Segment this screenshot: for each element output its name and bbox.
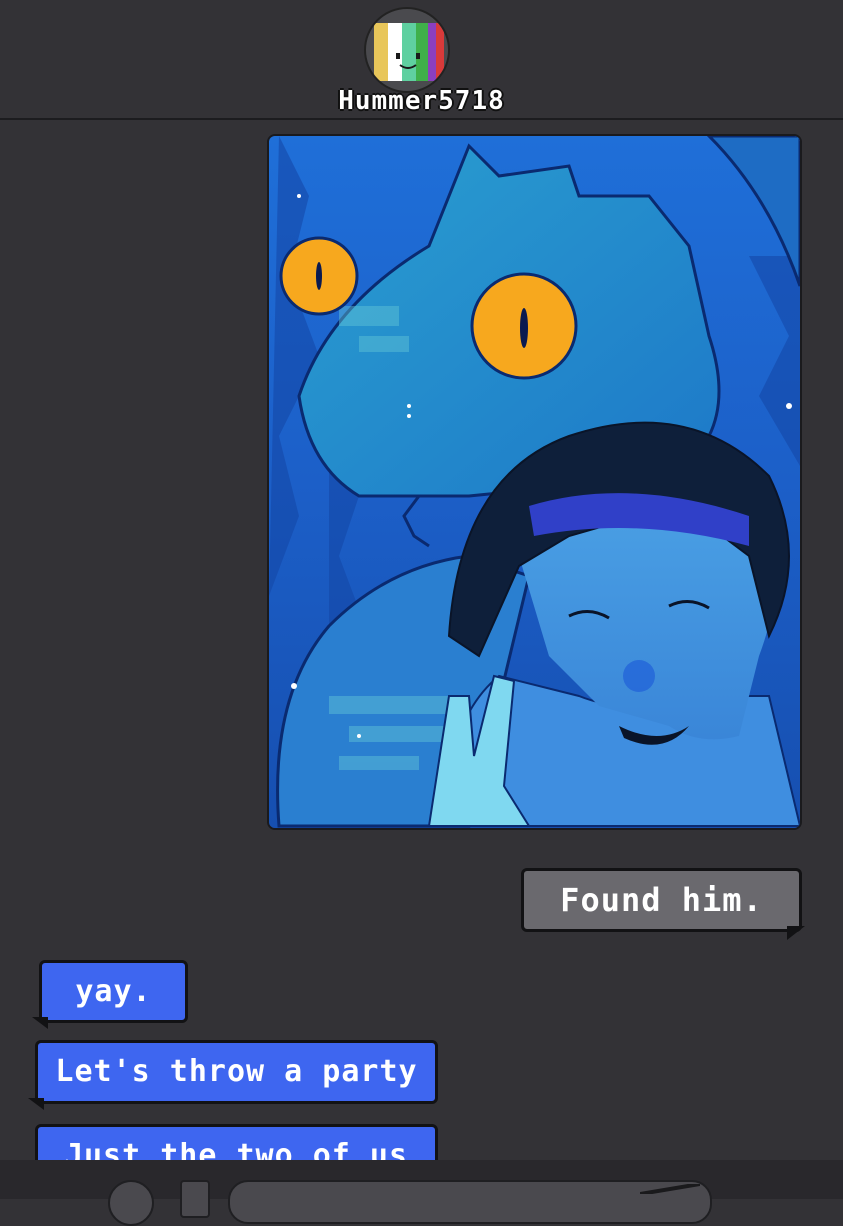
incoming-message[interactable]: Let's throw a party xyxy=(35,1040,438,1104)
send-icon[interactable] xyxy=(640,1184,700,1194)
illustration-image xyxy=(269,136,800,828)
attach-icon[interactable] xyxy=(180,1180,210,1218)
incoming-message[interactable]: yay. xyxy=(39,960,188,1023)
outgoing-message[interactable]: Found him. xyxy=(521,868,802,932)
avatar-stripes-icon xyxy=(374,23,444,81)
chat-header: Hummer5718 xyxy=(0,0,843,120)
emoji-icon[interactable] xyxy=(108,1180,154,1226)
outgoing-bubble-tail xyxy=(787,926,805,940)
contact-name: Hummer5718 xyxy=(338,86,505,116)
incoming-bubble-tail xyxy=(28,1098,44,1110)
contact-avatar[interactable] xyxy=(364,7,450,93)
incoming-bubble-tail xyxy=(32,1017,48,1029)
shared-illustration[interactable] xyxy=(267,134,802,830)
